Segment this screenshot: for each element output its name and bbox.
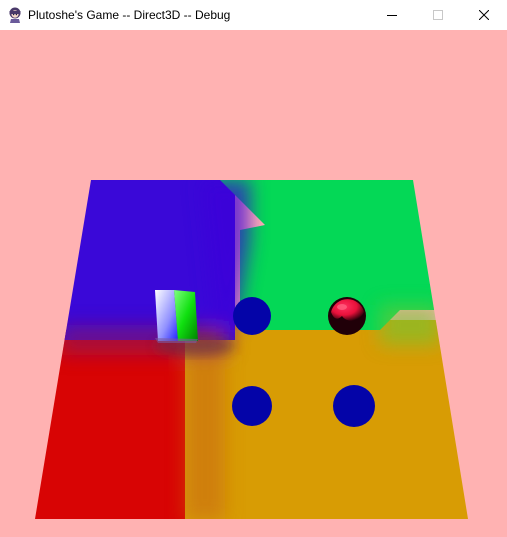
blue-ball — [333, 385, 375, 427]
player-ball — [328, 297, 366, 335]
maximize-button[interactable] — [415, 0, 461, 30]
window-title: Plutoshe's Game -- Direct3D -- Debug — [28, 8, 231, 22]
title-bar[interactable]: Plutoshe's Game -- Direct3D -- Debug — [0, 0, 507, 30]
anime-girl-icon — [9, 7, 21, 23]
close-button[interactable] — [461, 0, 507, 30]
blue-ball — [233, 297, 271, 335]
maximize-icon — [433, 10, 443, 20]
game-viewport[interactable] — [0, 30, 507, 537]
close-icon — [479, 10, 489, 20]
game-scene — [0, 30, 507, 537]
game-window: Plutoshe's Game -- Direct3D -- Debug — [0, 0, 507, 537]
blue-ball — [232, 386, 272, 426]
cube — [155, 290, 198, 343]
minimize-icon — [387, 15, 397, 16]
minimize-button[interactable] — [369, 0, 415, 30]
cube-right-face — [174, 290, 198, 341]
cube-left-face — [155, 290, 178, 341]
